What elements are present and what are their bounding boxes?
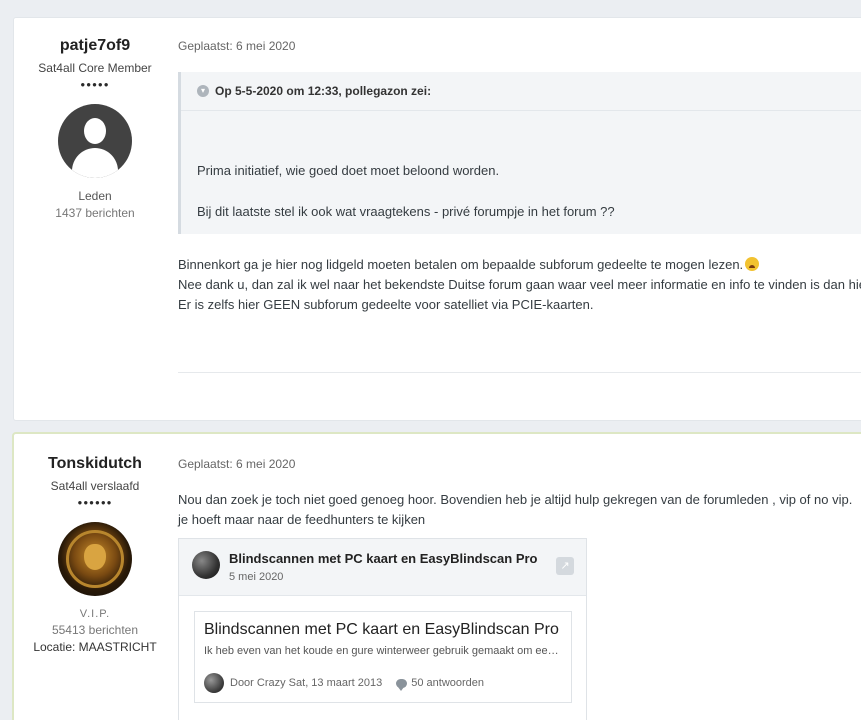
topic-replies-count: 50 antwoorden <box>411 677 485 689</box>
embedded-link-card[interactable]: Blindscannen met PC kaart en EasyBlindsc… <box>178 538 587 720</box>
author-rank-title: Sat4all verslaafd <box>50 479 140 493</box>
quote-block: ▾ Op 5-5-2020 om 12:33, pollegazon zei: … <box>178 72 861 234</box>
embed-title[interactable]: Blindscannen met PC kaart en EasyBlindsc… <box>229 551 538 566</box>
post-body-line: Nou dan zoek je toch niet goed genoeg ho… <box>178 492 853 507</box>
quote-divider <box>181 110 861 111</box>
quote-line: Bij dit laatste stel ik ook wat vraagtek… <box>197 204 615 219</box>
quote-header[interactable]: ▾ Op 5-5-2020 om 12:33, pollegazon zei: <box>197 84 431 98</box>
post-body-line: je hoeft maar naar de feedhunters te kij… <box>178 512 426 527</box>
rank-pips: ●●●●● <box>80 80 110 89</box>
embed-avatar[interactable] <box>192 551 220 579</box>
author-post-count: 55413 berichten <box>51 623 139 637</box>
author-username[interactable]: Tonskidutch <box>14 454 176 474</box>
rank-pips: ●●●●●● <box>77 498 113 507</box>
topic-card[interactable]: Blindscannen met PC kaart en EasyBlindsc… <box>194 611 572 703</box>
forum-post: Tonskidutch Sat4all verslaafd ●●●●●● V.I… <box>14 434 861 720</box>
topic-replies: 50 antwoorden <box>396 677 485 691</box>
topic-author-date: Door Crazy Sat, 13 maart 2013 <box>230 677 383 689</box>
post-date[interactable]: Geplaatst: 6 mei 2020 <box>178 457 295 471</box>
author-group: Leden <box>78 189 112 203</box>
crying-face-icon <box>745 257 760 271</box>
post-date[interactable]: Geplaatst: 6 mei 2020 <box>178 39 295 53</box>
forum-post: patje7of9 Sat4all Core Member ●●●●● Lede… <box>14 18 861 420</box>
post-body: Binnenkort ga je hier nog lidgeld moeten… <box>178 255 861 315</box>
post-body-line: Nee dank u, dan zal ik wel naar het beke… <box>178 277 861 292</box>
avatar-body-shape <box>72 148 118 178</box>
avatar-head-shape <box>84 118 106 144</box>
external-link-icon[interactable]: ↗ <box>556 557 574 575</box>
avatar[interactable] <box>58 522 132 596</box>
quote-line: Prima initiatief, wie goed doet moet bel… <box>197 163 500 178</box>
author-location: Locatie: MAASTRICHT <box>33 640 157 654</box>
author-rank-title: Sat4all Core Member <box>38 61 152 75</box>
author-username[interactable]: patje7of9 <box>14 36 176 56</box>
post-body: Nou dan zoek je toch niet goed genoeg ho… <box>178 490 852 530</box>
post-divider <box>178 372 861 373</box>
comment-icon <box>396 678 408 691</box>
author-panel: Tonskidutch Sat4all verslaafd ●●●●●● V.I… <box>14 454 176 656</box>
author-group: V.I.P. <box>79 608 111 620</box>
chevron-down-icon: ▾ <box>197 85 209 97</box>
avatar[interactable] <box>58 104 132 178</box>
quote-citation: Op 5-5-2020 om 12:33, pollegazon zei: <box>215 84 432 98</box>
post-body-line: Binnenkort ga je hier nog lidgeld moeten… <box>178 255 861 275</box>
embed-date: 5 mei 2020 <box>229 571 284 583</box>
lion-icon <box>84 544 106 570</box>
topic-title[interactable]: Blindscannen met PC kaart en EasyBlindsc… <box>204 621 559 639</box>
topic-meta: Door Crazy Sat, 13 maart 2013 50 antwoor… <box>204 673 484 693</box>
topic-snippet: Ik heb even van het koude en gure winter… <box>204 645 564 657</box>
embed-header: Blindscannen met PC kaart en EasyBlindsc… <box>179 539 586 596</box>
author-panel: patje7of9 Sat4all Core Member ●●●●● Lede… <box>14 36 176 222</box>
author-post-count: 1437 berichten <box>55 206 135 220</box>
post-body-line: Er is zelfs hier GEEN subforum gedeelte … <box>178 297 594 312</box>
topic-author-avatar[interactable] <box>204 673 224 693</box>
